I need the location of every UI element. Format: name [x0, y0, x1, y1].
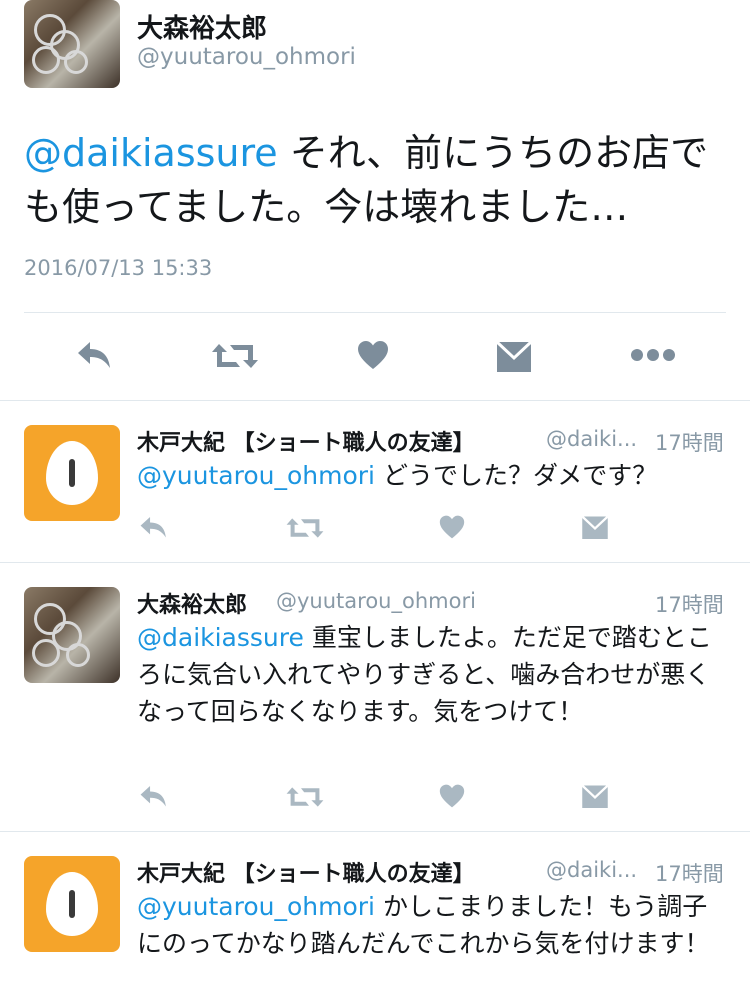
reply-author-handle[interactable]: @yuutarou_ohmori	[276, 589, 476, 613]
tweet-text: @daikiassure それ、前にうちのお店でも使ってました。今は壊れました…	[24, 126, 724, 234]
more-icon[interactable]	[630, 348, 676, 362]
dm-icon[interactable]	[494, 339, 534, 373]
author-handle[interactable]: @yuutarou_ohmori	[137, 44, 356, 70]
reply-author-name[interactable]: 木戸大紀 【ショート職人の友達】	[137, 856, 475, 888]
reply-text: @yuutarou_ohmori かしこまりました！もう調子にのってかなり踏んだ…	[137, 888, 727, 962]
like-icon[interactable]	[438, 783, 466, 809]
reply-tweet[interactable]: 木戸大紀 【ショート職人の友達】 @daiki... 17時間 @yuutaro…	[0, 832, 750, 993]
mention-link[interactable]: @daikiassure	[137, 623, 304, 652]
mention-link[interactable]: @yuutarou_ohmori	[137, 461, 375, 490]
reply-author-handle[interactable]: @daiki...	[546, 858, 637, 882]
mention-link[interactable]: @yuutarou_ohmori	[137, 892, 375, 921]
divider	[24, 312, 726, 313]
retweet-icon[interactable]	[285, 515, 325, 541]
reply-icon[interactable]	[139, 515, 169, 541]
like-icon[interactable]	[356, 339, 390, 371]
main-tweet: 大森裕太郎 @yuutarou_ohmori @daikiassure それ、前…	[0, 0, 750, 400]
author-avatar[interactable]	[24, 0, 120, 88]
author-name[interactable]: 大森裕太郎	[137, 8, 267, 45]
dm-icon[interactable]	[580, 513, 610, 541]
reply-author-handle[interactable]: @daiki...	[546, 427, 637, 451]
reply-body: どうでした？ダメです？	[375, 461, 658, 490]
egg-avatar[interactable]	[24, 856, 120, 952]
reply-time[interactable]: 17時間	[655, 427, 724, 457]
photo-avatar[interactable]	[24, 587, 120, 683]
reply-icon[interactable]	[76, 340, 114, 372]
reply-text: @yuutarou_ohmori どうでした？ダメです？	[137, 457, 727, 494]
egg-avatar[interactable]	[24, 425, 120, 521]
reply-time[interactable]: 17時間	[655, 858, 724, 888]
reply-text: @daikiassure 重宝しましたよ。ただ足で踏むところに気合い入れてやりす…	[137, 619, 727, 730]
tweet-timestamp: 2016/07/13 15:33	[24, 256, 213, 280]
reply-author-name[interactable]: 大森裕太郎	[137, 587, 247, 619]
reply-author-name[interactable]: 木戸大紀 【ショート職人の友達】	[137, 425, 475, 457]
like-icon[interactable]	[438, 514, 466, 540]
reply-icon[interactable]	[139, 784, 169, 810]
retweet-icon[interactable]	[285, 784, 325, 810]
dm-icon[interactable]	[580, 782, 610, 810]
mention-link[interactable]: @daikiassure	[24, 131, 278, 175]
reply-tweet[interactable]: 木戸大紀 【ショート職人の友達】 @daiki... 17時間 @yuutaro…	[0, 401, 750, 561]
reply-tweet[interactable]: 大森裕太郎 @yuutarou_ohmori 17時間 @daikiassure…	[0, 563, 750, 831]
reply-time[interactable]: 17時間	[655, 589, 724, 619]
retweet-icon[interactable]	[210, 340, 260, 372]
